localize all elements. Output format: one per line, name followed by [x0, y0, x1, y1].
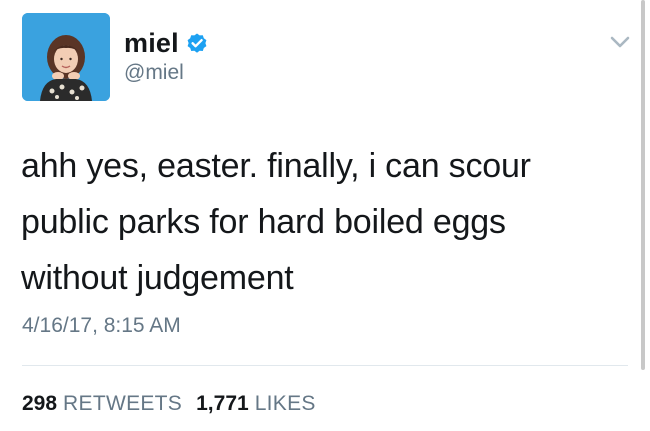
- profile-photo-icon: [22, 13, 110, 101]
- likes-count: 1,771: [196, 392, 249, 415]
- divider: [22, 365, 628, 366]
- tweet-stats: 298 RETWEETS 1,771 LIKES: [22, 392, 316, 416]
- verified-badge-icon: [185, 31, 209, 55]
- likes-stat[interactable]: 1,771 LIKES: [196, 392, 316, 416]
- retweets-stat[interactable]: 298 RETWEETS: [22, 392, 182, 416]
- tweet-timestamp[interactable]: 4/16/17, 8:15 AM: [22, 314, 181, 338]
- user-handle[interactable]: @miel: [124, 61, 184, 85]
- likes-label: LIKES: [254, 392, 316, 415]
- retweets-count: 298: [22, 392, 58, 415]
- author-name-row[interactable]: miel: [124, 26, 209, 60]
- tweet-card: miel @miel ahh yes, easter. finally, i c…: [0, 0, 650, 431]
- avatar[interactable]: [22, 13, 110, 101]
- scrollbar[interactable]: [641, 0, 645, 370]
- retweets-label: RETWEETS: [63, 392, 183, 415]
- tweet-text: ahh yes, easter. finally, i can scour pu…: [21, 147, 531, 297]
- chevron-down-icon[interactable]: [606, 30, 634, 54]
- display-name[interactable]: miel: [124, 28, 179, 59]
